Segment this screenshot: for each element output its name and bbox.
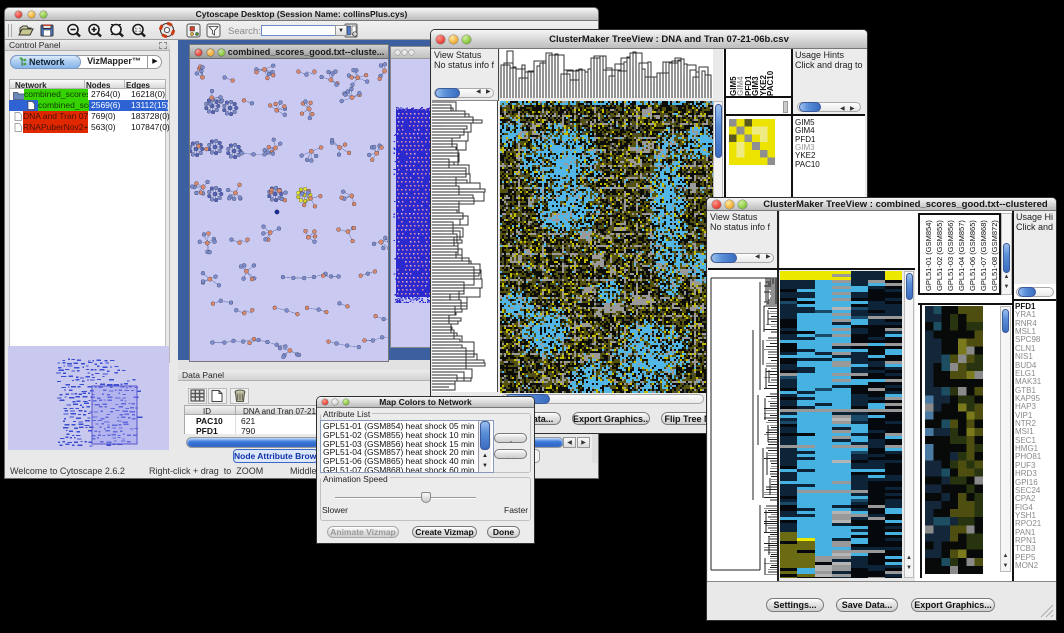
svg-text:1:1: 1:1 — [135, 28, 142, 34]
